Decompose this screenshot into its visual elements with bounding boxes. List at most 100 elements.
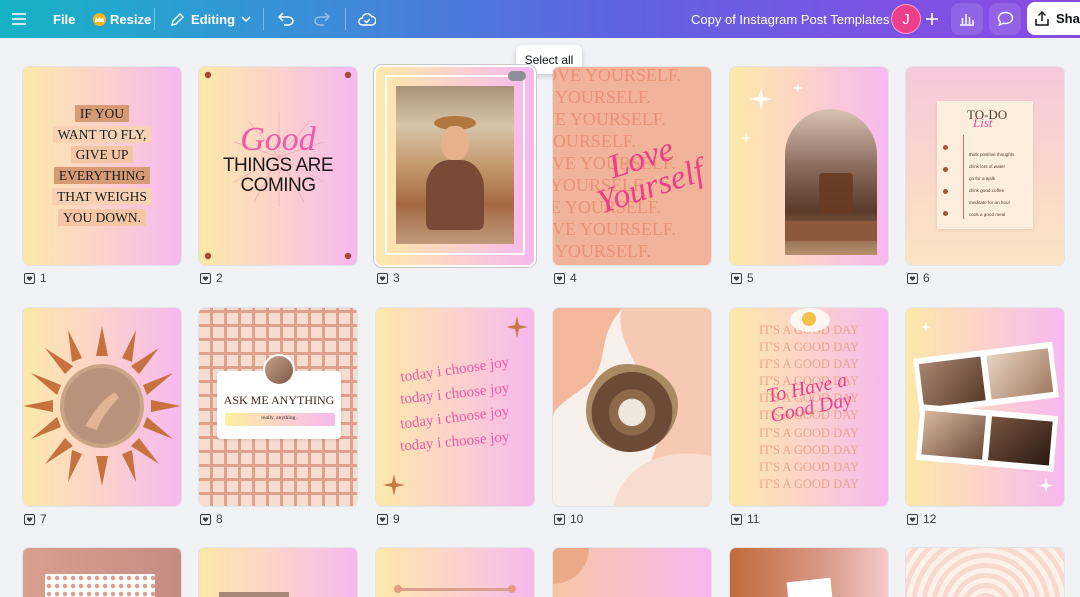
page-thumbnail-12[interactable] bbox=[906, 308, 1064, 506]
page-number-label: 11 bbox=[747, 512, 760, 526]
cloud-save-icon[interactable] bbox=[358, 0, 376, 38]
quote-line: IF YOU bbox=[74, 105, 130, 122]
share-button[interactable]: Shar bbox=[1027, 2, 1080, 35]
divider bbox=[263, 8, 264, 30]
file-menu-button[interactable]: File bbox=[53, 0, 75, 38]
page-number-8[interactable]: 8 bbox=[200, 512, 223, 526]
crown-icon bbox=[93, 12, 106, 26]
heart-page-icon bbox=[200, 272, 211, 284]
page-thumbnail-4[interactable]: LOVE YOURSELF. LOVE YOURSELF. LOVE YOURS… bbox=[553, 67, 711, 265]
sparkle-icon bbox=[741, 83, 803, 143]
script-title: Good bbox=[240, 121, 316, 158]
heart-page-icon bbox=[377, 513, 388, 525]
page-number-label: 9 bbox=[393, 512, 400, 526]
page-number-label: 10 bbox=[570, 512, 584, 526]
chevron-down-icon bbox=[241, 16, 251, 22]
page-number-6[interactable]: 6 bbox=[907, 271, 930, 285]
page-thumbnail-6[interactable]: TO-DO List think positive thoughts drink… bbox=[906, 67, 1064, 265]
document-title[interactable]: Copy of Instagram Post Templates bbox=[691, 0, 889, 38]
heart-page-icon bbox=[731, 513, 742, 525]
page-number-3[interactable]: 3 bbox=[377, 271, 400, 285]
heart-page-icon bbox=[377, 272, 388, 284]
todo-script: List bbox=[973, 115, 993, 130]
page-number-label: 1 bbox=[40, 271, 47, 285]
page-number-11[interactable]: 11 bbox=[731, 512, 759, 526]
good-day-line: IT'S A GOOD DAY bbox=[758, 476, 860, 491]
more-options-icon[interactable] bbox=[508, 71, 526, 81]
page-number-label: 5 bbox=[747, 271, 754, 285]
headline-line: THINGS ARE bbox=[222, 155, 334, 176]
share-label: Shar bbox=[1056, 11, 1080, 26]
divider bbox=[154, 8, 155, 30]
good-day-line: IT'S A GOOD DAY bbox=[758, 340, 860, 355]
page-number-label: 7 bbox=[40, 512, 47, 526]
quote-line: YOU DOWN. bbox=[58, 208, 146, 226]
page-number-2[interactable]: 2 bbox=[200, 271, 223, 285]
heart-page-icon bbox=[24, 513, 35, 525]
sun-shape-decoration bbox=[23, 326, 181, 486]
page-thumbnail-8[interactable]: ASK ME ANYTHING really, anything. bbox=[199, 308, 357, 506]
page-number-12[interactable]: 12 bbox=[907, 512, 936, 526]
page-number-4[interactable]: 4 bbox=[554, 271, 577, 285]
menu-icon[interactable] bbox=[12, 0, 26, 38]
resize-label: Resize bbox=[110, 11, 152, 27]
page-number-label: 12 bbox=[923, 512, 937, 526]
page-thumbnail-18[interactable] bbox=[906, 548, 1064, 597]
page-number-1[interactable]: 1 bbox=[24, 271, 47, 285]
todo-item: cook a good meal bbox=[969, 212, 1006, 217]
page-number-label: 6 bbox=[923, 271, 930, 285]
page-thumbnail-2[interactable]: Good THINGS ARE COMING bbox=[199, 67, 357, 265]
bg-text-line: LOVE YOURSELF. bbox=[553, 241, 651, 261]
editing-mode-button[interactable]: Editing bbox=[170, 0, 251, 38]
page-thumbnail-16[interactable] bbox=[553, 548, 711, 597]
page-thumbnail-5[interactable] bbox=[730, 67, 888, 265]
share-icon bbox=[1035, 11, 1049, 26]
page-thumbnail-15[interactable] bbox=[376, 548, 534, 597]
page-thumbnail-11[interactable]: IT'S A GOOD DAY IT'S A GOOD DAY IT'S A G… bbox=[730, 308, 888, 506]
sparkle-icon bbox=[383, 316, 528, 496]
heart-page-icon bbox=[907, 272, 918, 284]
good-day-line: IT'S A GOOD DAY bbox=[758, 459, 860, 474]
photo-woman-hat bbox=[396, 86, 514, 244]
good-day-line: IT'S A GOOD DAY bbox=[758, 442, 860, 457]
page-thumbnail-3[interactable] bbox=[376, 67, 534, 265]
redo-icon[interactable] bbox=[313, 0, 330, 38]
heart-page-icon bbox=[200, 513, 211, 525]
insights-chart-icon[interactable] bbox=[951, 3, 983, 35]
todo-item: go for a walk bbox=[969, 176, 996, 181]
add-collaborator-icon[interactable] bbox=[916, 3, 948, 35]
page-number-5[interactable]: 5 bbox=[731, 271, 754, 285]
page-thumbnail-13[interactable] bbox=[23, 548, 181, 597]
page-thumbnail-14[interactable] bbox=[199, 548, 357, 597]
bg-text-line: LOVE YOURSELF. bbox=[553, 87, 651, 107]
page-number-7[interactable]: 7 bbox=[24, 512, 47, 526]
headline-line: COMING bbox=[240, 175, 316, 196]
question-subtitle: really, anything. bbox=[261, 415, 297, 421]
todo-item: drink good coffee bbox=[969, 188, 1005, 193]
page-number-label: 4 bbox=[570, 271, 577, 285]
avatar-photo bbox=[263, 354, 295, 386]
todo-item: think positive thoughts bbox=[969, 152, 1015, 157]
heart-page-icon bbox=[24, 272, 35, 284]
page-thumbnail-7[interactable] bbox=[23, 308, 181, 506]
editing-label: Editing bbox=[191, 11, 236, 27]
page-thumbnail-9[interactable]: today i choose joy today i choose joy to… bbox=[376, 308, 534, 506]
quote-line: WANT TO FLY, bbox=[52, 125, 152, 143]
todo-list: think positive thoughts drink lots of wa… bbox=[969, 149, 1014, 221]
divider bbox=[345, 8, 346, 30]
pencil-icon bbox=[171, 12, 184, 26]
quote-line: GIVE UP bbox=[70, 146, 134, 164]
page-thumbnail-17[interactable] bbox=[730, 548, 888, 597]
quote-text: IF YOU WANT TO FLY, GIVE UP EVERYTHING T… bbox=[23, 104, 181, 228]
resize-button[interactable]: Resize bbox=[93, 0, 151, 38]
page-number-10[interactable]: 10 bbox=[554, 512, 583, 526]
todo-card: TO-DO List think positive thoughts drink… bbox=[937, 101, 1033, 229]
undo-icon[interactable] bbox=[278, 0, 295, 38]
page-number-9[interactable]: 9 bbox=[377, 512, 400, 526]
page-thumbnail-1[interactable]: IF YOU WANT TO FLY, GIVE UP EVERYTHING T… bbox=[23, 67, 181, 265]
comment-icon[interactable] bbox=[989, 3, 1021, 35]
daisy-center bbox=[802, 312, 816, 326]
page-thumbnail-10[interactable] bbox=[553, 308, 711, 506]
top-toolbar: File Resize Editing Copy of Instagram Po… bbox=[0, 0, 1080, 38]
sparkle-icon bbox=[921, 322, 1054, 493]
